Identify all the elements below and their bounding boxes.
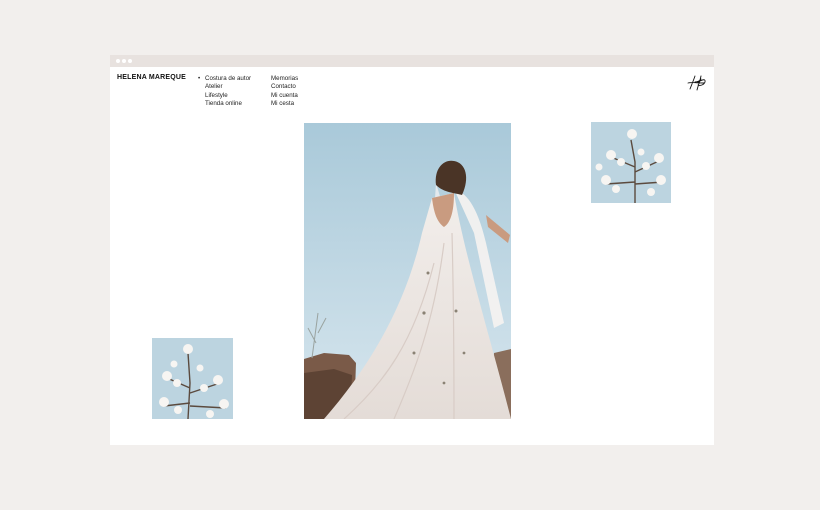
bride-white-gown-photo[interactable] xyxy=(304,123,511,419)
nav-item-costura[interactable]: Costura de autor xyxy=(205,75,251,83)
nav-item-mi-cesta[interactable]: Mi cesta xyxy=(271,100,298,108)
window-dot-icon[interactable] xyxy=(116,59,120,63)
nav-item-memorias[interactable]: Memorias xyxy=(271,75,298,83)
browser-window: HELENA MAREQUE • Costura de autor Atelie… xyxy=(110,55,714,445)
nav-item-atelier[interactable]: Atelier xyxy=(205,83,251,91)
nav-item-contacto[interactable]: Contacto xyxy=(271,83,298,91)
magnolia-branch-photo[interactable] xyxy=(152,338,233,419)
browser-toolbar xyxy=(110,55,714,67)
window-dot-icon[interactable] xyxy=(128,59,132,63)
nav-item-lifestyle[interactable]: Lifestyle xyxy=(205,92,251,100)
nav-item-tienda[interactable]: Tienda online xyxy=(205,100,251,108)
site-brand[interactable]: HELENA MAREQUE xyxy=(117,74,186,81)
nav-item-mi-cuenta[interactable]: Mi cuenta xyxy=(271,92,298,100)
secondary-nav: Memorias Contacto Mi cuenta Mi cesta xyxy=(271,75,298,109)
primary-nav: Costura de autor Atelier Lifestyle Tiend… xyxy=(205,75,251,109)
hm-monogram-icon[interactable] xyxy=(686,74,708,92)
nav-active-bullet: • xyxy=(198,75,201,82)
magnolia-branch-photo[interactable] xyxy=(591,122,671,203)
window-dot-icon[interactable] xyxy=(122,59,126,63)
